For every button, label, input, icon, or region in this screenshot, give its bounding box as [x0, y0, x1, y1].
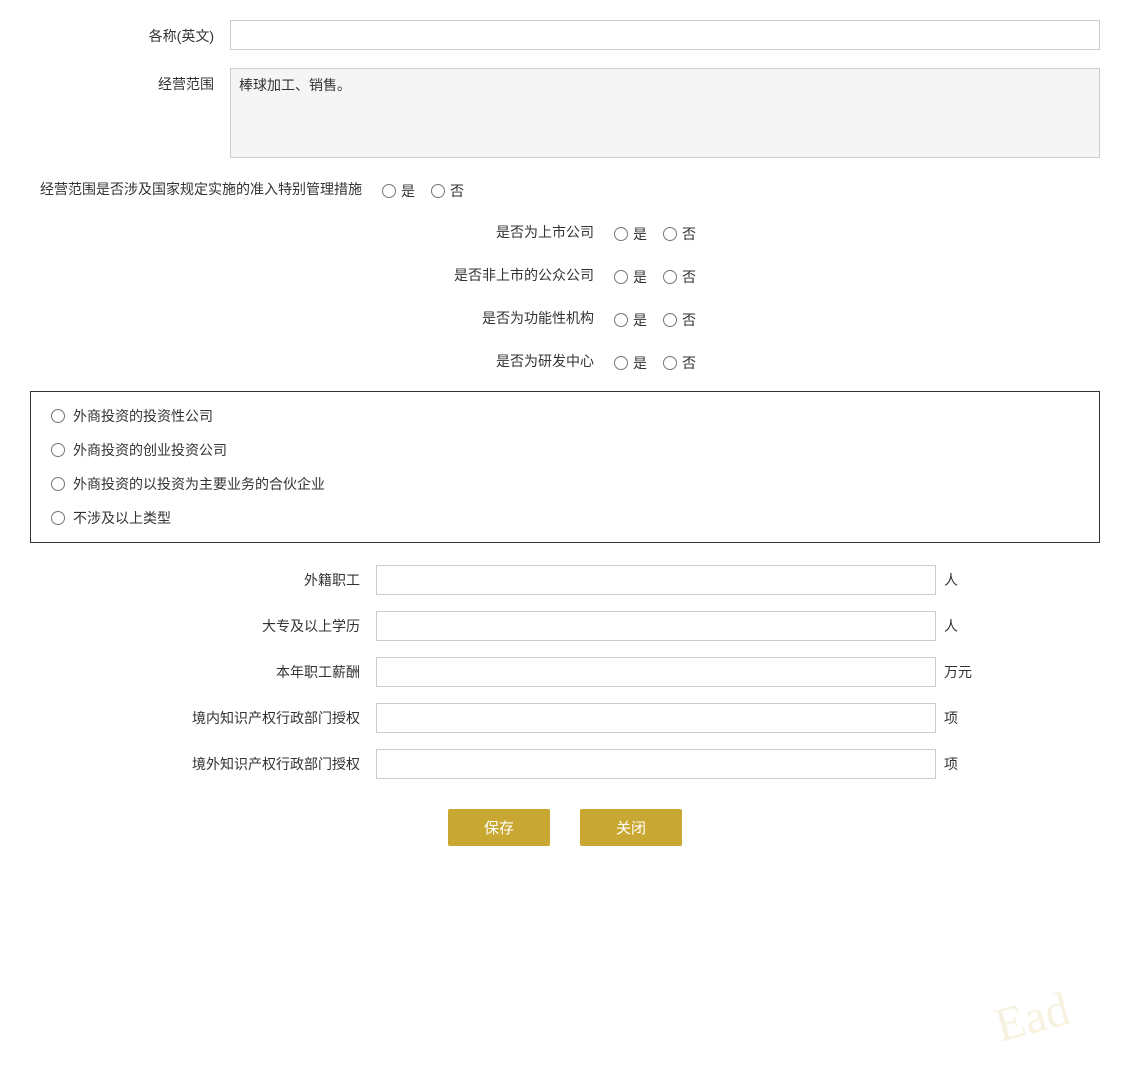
functional-no-label: 否: [682, 310, 696, 330]
rd-center-row: 是否为研发中心 是 否: [30, 348, 1100, 373]
non-listed-yes-radio[interactable]: [614, 270, 628, 284]
non-listed-yes-label: 是: [633, 267, 647, 287]
foreign-invest-type-3[interactable]: 外商投资的以投资为主要业务的合伙企业: [51, 474, 1079, 494]
functional-radio-group: 是 否: [614, 305, 696, 330]
foreign-invest-type-1[interactable]: 外商投资的投资性公司: [51, 406, 1079, 426]
rd-yes-label: 是: [633, 353, 647, 373]
domestic-ip-unit: 项: [944, 708, 974, 728]
rd-no-radio[interactable]: [663, 356, 677, 370]
foreign-invest-type-4[interactable]: 不涉及以上类型: [51, 508, 1079, 528]
foreign-invest-radio-2[interactable]: [51, 443, 65, 457]
save-button[interactable]: 保存: [448, 809, 550, 846]
listed-no-radio[interactable]: [663, 227, 677, 241]
college-edu-input[interactable]: [376, 611, 936, 641]
foreign-invest-label-4: 不涉及以上类型: [73, 508, 171, 528]
business-scope-row: 经营范围 棒球加工、销售。: [30, 68, 1100, 158]
foreign-invest-radio-4[interactable]: [51, 511, 65, 525]
foreign-ip-unit: 项: [944, 754, 974, 774]
special-mgmt-no-option[interactable]: 否: [431, 181, 464, 201]
non-listed-radio-group: 是 否: [614, 262, 696, 287]
non-listed-public-label: 是否非上市的公众公司: [434, 265, 594, 285]
annual-salary-unit: 万元: [944, 662, 974, 682]
foreign-invest-label-3: 外商投资的以投资为主要业务的合伙企业: [73, 474, 325, 494]
foreign-invest-label-1: 外商投资的投资性公司: [73, 406, 213, 426]
special-mgmt-yes-radio[interactable]: [382, 184, 396, 198]
listed-yes-label: 是: [633, 224, 647, 244]
listed-company-row: 是否为上市公司 是 否: [30, 219, 1100, 244]
non-listed-no-label: 否: [682, 267, 696, 287]
special-mgmt-yes-label: 是: [401, 181, 415, 201]
rd-no-option[interactable]: 否: [663, 353, 696, 373]
foreign-workers-row: 外籍职工 人: [30, 565, 1100, 595]
foreign-invest-radio-3[interactable]: [51, 477, 65, 491]
special-mgmt-no-label: 否: [450, 181, 464, 201]
special-mgmt-row: 经营范围是否涉及国家规定实施的准入特别管理措施 是 否: [30, 176, 1100, 201]
foreign-invest-type-box: 外商投资的投资性公司 外商投资的创业投资公司 外商投资的以投资为主要业务的合伙企…: [30, 391, 1100, 543]
non-listed-public-row: 是否非上市的公众公司 是 否: [30, 262, 1100, 287]
close-button[interactable]: 关闭: [580, 809, 682, 846]
functional-no-option[interactable]: 否: [663, 310, 696, 330]
functional-institution-label: 是否为功能性机构: [434, 308, 594, 328]
functional-yes-option[interactable]: 是: [614, 310, 647, 330]
foreign-ip-label: 境外知识产权行政部门授权: [156, 754, 376, 774]
functional-yes-label: 是: [633, 310, 647, 330]
functional-institution-row: 是否为功能性机构 是 否: [30, 305, 1100, 330]
foreign-invest-radio-1[interactable]: [51, 409, 65, 423]
listed-company-radio-group: 是 否: [614, 219, 696, 244]
domestic-ip-input[interactable]: [376, 703, 936, 733]
business-scope-control: 棒球加工、销售。: [230, 68, 1100, 158]
college-edu-label: 大专及以上学历: [156, 616, 376, 636]
rd-center-label: 是否为研发中心: [434, 351, 594, 371]
foreign-invest-label-2: 外商投资的创业投资公司: [73, 440, 227, 460]
annual-salary-label: 本年职工薪酬: [156, 662, 376, 682]
rd-no-label: 否: [682, 353, 696, 373]
name-en-row: 各称(英文): [30, 20, 1100, 50]
rd-yes-option[interactable]: 是: [614, 353, 647, 373]
special-mgmt-yes-option[interactable]: 是: [382, 181, 415, 201]
rd-radio-group: 是 否: [614, 348, 696, 373]
listed-yes-radio[interactable]: [614, 227, 628, 241]
annual-salary-row: 本年职工薪酬 万元: [30, 657, 1100, 687]
business-scope-textarea[interactable]: 棒球加工、销售。: [230, 68, 1100, 158]
business-scope-label: 经营范围: [30, 68, 230, 94]
non-listed-yes-option[interactable]: 是: [614, 267, 647, 287]
domestic-ip-label: 境内知识产权行政部门授权: [156, 708, 376, 728]
rd-yes-radio[interactable]: [614, 356, 628, 370]
special-mgmt-no-radio[interactable]: [431, 184, 445, 198]
foreign-workers-unit: 人: [944, 570, 974, 590]
button-row: 保存 关闭: [30, 809, 1100, 846]
special-mgmt-radio-group: 是 否: [382, 176, 464, 201]
annual-salary-input[interactable]: [376, 657, 936, 687]
foreign-ip-input[interactable]: [376, 749, 936, 779]
listed-company-label: 是否为上市公司: [434, 222, 594, 242]
foreign-workers-label: 外籍职工: [156, 570, 376, 590]
functional-no-radio[interactable]: [663, 313, 677, 327]
domestic-ip-row: 境内知识产权行政部门授权 项: [30, 703, 1100, 733]
watermark: Ead: [990, 981, 1076, 1053]
name-en-label: 各称(英文): [30, 20, 230, 46]
college-edu-unit: 人: [944, 616, 974, 636]
foreign-invest-type-2[interactable]: 外商投资的创业投资公司: [51, 440, 1079, 460]
name-en-input[interactable]: [230, 20, 1100, 50]
special-mgmt-label: 经营范围是否涉及国家规定实施的准入特别管理措施: [40, 179, 362, 199]
foreign-workers-input[interactable]: [376, 565, 936, 595]
name-en-control: [230, 20, 1100, 50]
foreign-ip-row: 境外知识产权行政部门授权 项: [30, 749, 1100, 779]
listed-yes-option[interactable]: 是: [614, 224, 647, 244]
textarea-wrapper: 棒球加工、销售。: [230, 68, 1100, 158]
college-edu-row: 大专及以上学历 人: [30, 611, 1100, 641]
listed-no-option[interactable]: 否: [663, 224, 696, 244]
non-listed-no-option[interactable]: 否: [663, 267, 696, 287]
non-listed-no-radio[interactable]: [663, 270, 677, 284]
functional-yes-radio[interactable]: [614, 313, 628, 327]
listed-no-label: 否: [682, 224, 696, 244]
